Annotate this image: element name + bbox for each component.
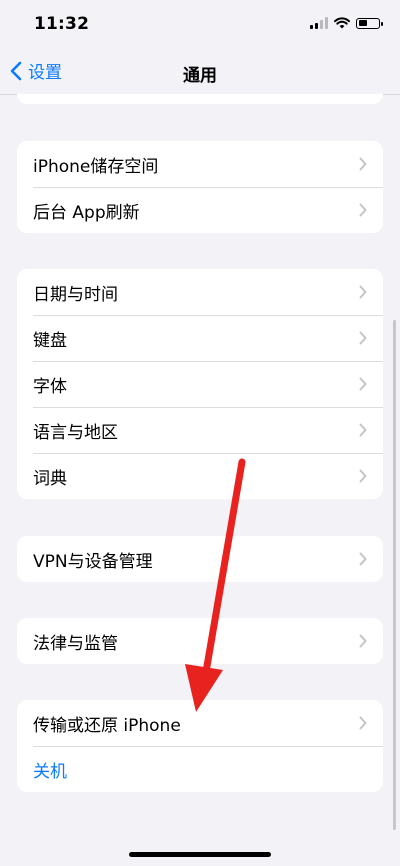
list-item-label: 词典 [33,468,67,489]
chevron-right-icon [359,377,367,391]
chevron-right-icon [359,331,367,345]
list-item-iphone-storage[interactable]: iPhone储存空间 [17,141,383,187]
list-item-date-time[interactable]: 日期与时间 [17,269,383,315]
battery-level-fill [358,20,367,26]
chevron-right-icon [359,423,367,437]
list-item-keyboard[interactable]: 键盘 [17,315,383,361]
battery-icon [356,17,383,29]
wifi-icon [334,17,350,29]
settings-group-vpn: VPN与设备管理 [17,536,383,582]
settings-group-locale: 日期与时间 键盘 字体 语言与地区 词典 [17,269,383,499]
list-item-legal-regulatory[interactable]: 法律与监管 [17,618,383,664]
status-bar: 11:32 [0,0,400,50]
chevron-right-icon [359,716,367,730]
list-item-dictionary[interactable]: 词典 [17,453,383,499]
chevron-right-icon [359,634,367,648]
list-item-fonts[interactable]: 字体 [17,361,383,407]
list-item-vpn-device-management[interactable]: VPN与设备管理 [17,536,383,582]
chevron-right-icon [359,203,367,217]
list-item-label: 键盘 [33,330,67,351]
cellular-signal-icon [310,17,328,29]
list-item-label: 语言与地区 [33,422,118,443]
settings-group-reset: 传输或还原 iPhone 关机 [17,700,383,792]
scrollbar[interactable] [393,320,396,830]
list-item-transfer-reset[interactable]: 传输或还原 iPhone [17,700,383,746]
chevron-right-icon [359,157,367,171]
list-item-language-region[interactable]: 语言与地区 [17,407,383,453]
settings-group-legal: 法律与监管 [17,618,383,664]
previous-group-bottom [17,94,383,104]
shutdown-label: 关机 [33,761,67,782]
chevron-right-icon [359,552,367,566]
settings-group-storage: iPhone储存空间 后台 App刷新 [17,141,383,233]
chevron-right-icon [359,469,367,483]
list-item-label: 字体 [33,376,67,397]
list-item-label: 后台 App刷新 [33,202,140,223]
list-item-label: 传输或还原 iPhone [33,715,181,736]
chevron-right-icon [359,285,367,299]
navigation-bar: 设置 通用 [0,50,400,95]
status-time: 11:32 [34,14,90,34]
shutdown-button[interactable]: 关机 [17,746,383,792]
list-item-label: iPhone储存空间 [33,156,159,177]
list-item-label: VPN与设备管理 [33,551,153,572]
list-item-label: 日期与时间 [33,284,118,305]
list-item-background-app-refresh[interactable]: 后台 App刷新 [17,187,383,233]
list-item-label: 法律与监管 [33,633,118,654]
page-title: 通用 [183,66,217,86]
status-icons [310,17,383,29]
home-indicator[interactable] [129,852,271,857]
